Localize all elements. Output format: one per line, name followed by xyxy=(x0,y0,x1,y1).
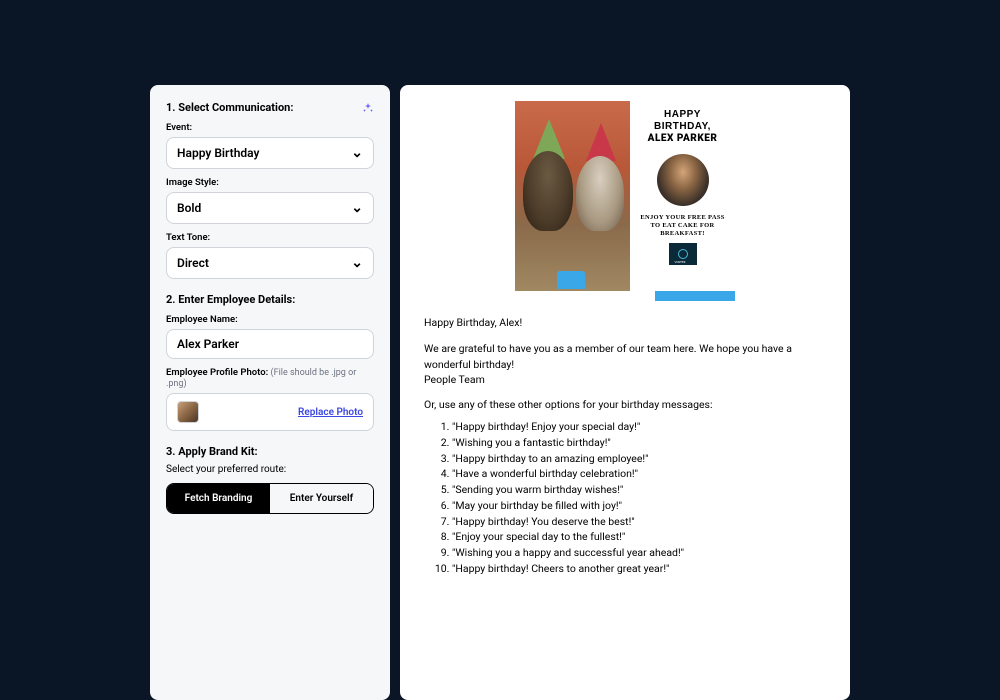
card-message: ENJOY YOUR FREE PASS TO EAT CAKE FOR BRE… xyxy=(636,214,729,237)
event-value: Happy Birthday xyxy=(177,146,259,160)
card-top: HAPPY BIRTHDAY, ALEX PARKER ENJOY YOUR F… xyxy=(515,101,735,291)
photo-input-row: Replace Photo xyxy=(166,393,374,431)
chevron-down-icon: ⌄ xyxy=(351,255,363,271)
alternative-item: "Happy birthday! Cheers to another great… xyxy=(452,561,826,577)
company-logo: VORTEX xyxy=(669,243,697,265)
employee-avatar xyxy=(657,154,709,206)
fetch-branding-button[interactable]: Fetch Branding xyxy=(167,484,270,513)
photo-label: Employee Profile Photo: (File should be … xyxy=(166,367,374,389)
greeting-text: Happy Birthday, Alex! xyxy=(424,315,826,331)
step1-title: 1. Select Communication: xyxy=(166,101,293,114)
alternative-item: "Wishing you a fantastic birthday!" xyxy=(452,435,826,451)
chevron-down-icon: ⌄ xyxy=(351,145,363,161)
employee-name-input[interactable]: Alex Parker xyxy=(166,329,374,359)
body-line1: We are grateful to have you as a member … xyxy=(424,342,792,371)
dog-image xyxy=(576,156,624,231)
card-text-side: HAPPY BIRTHDAY, ALEX PARKER ENJOY YOUR F… xyxy=(630,101,735,291)
alternative-item: "Wishing you a happy and successful year… xyxy=(452,545,826,561)
image-style-label: Image Style: xyxy=(166,177,374,188)
route-label: Select your preferred route: xyxy=(166,464,374,475)
alternative-item: "Happy birthday! Enjoy your special day!… xyxy=(452,419,826,435)
alternative-item: "Enjoy your special day to the fullest!" xyxy=(452,529,826,545)
chevron-down-icon: ⌄ xyxy=(351,200,363,216)
step1-header: 1. Select Communication: xyxy=(166,101,374,114)
sparkle-icon xyxy=(362,102,374,114)
body-text: We are grateful to have you as a member … xyxy=(424,341,826,388)
alternative-item: "Happy birthday! You deserve the best!" xyxy=(452,514,826,530)
image-style-value: Bold xyxy=(177,201,201,215)
text-tone-select[interactable]: Direct ⌄ xyxy=(166,247,374,279)
photo-label-text: Employee Profile Photo: xyxy=(166,367,268,378)
alternative-item: "Happy birthday to an amazing employee!" xyxy=(452,451,826,467)
alternatives-list: "Happy birthday! Enjoy your special day!… xyxy=(424,419,826,577)
profile-photo-thumbnail xyxy=(177,401,199,423)
preview-panel: HAPPY BIRTHDAY, ALEX PARKER ENJOY YOUR F… xyxy=(400,85,850,700)
enter-yourself-button[interactable]: Enter Yourself xyxy=(270,484,373,513)
vortex-logo-icon: VORTEX xyxy=(678,249,688,259)
text-tone-value: Direct xyxy=(177,256,209,270)
card-accent-bar xyxy=(655,291,735,301)
alternative-item: "Sending you warm birthday wishes!" xyxy=(452,482,826,498)
replace-photo-link[interactable]: Replace Photo xyxy=(298,407,363,418)
brand-kit-toggle: Fetch Branding Enter Yourself xyxy=(166,483,374,514)
card-image xyxy=(515,101,630,291)
step3-title: 3. Apply Brand Kit: xyxy=(166,445,374,458)
form-panel: 1. Select Communication: Event: Happy Bi… xyxy=(150,85,390,700)
event-label: Event: xyxy=(166,122,374,133)
card-title-line1: HAPPY BIRTHDAY, xyxy=(636,109,729,133)
employee-name-label: Employee Name: xyxy=(166,314,374,325)
alternative-item: "Have a wonderful birthday celebration!" xyxy=(452,466,826,482)
alternative-item: "May your birthday be filled with joy!" xyxy=(452,498,826,514)
step2-title: 2. Enter Employee Details: xyxy=(166,293,374,306)
event-select[interactable]: Happy Birthday ⌄ xyxy=(166,137,374,169)
body-line2: People Team xyxy=(424,373,485,386)
card-title-line2: ALEX PARKER xyxy=(648,133,718,144)
alternatives-intro: Or, use any of these other options for y… xyxy=(424,398,826,411)
employee-name-value: Alex Parker xyxy=(177,337,239,351)
birthday-card: HAPPY BIRTHDAY, ALEX PARKER ENJOY YOUR F… xyxy=(515,101,735,301)
image-style-select[interactable]: Bold ⌄ xyxy=(166,192,374,224)
cake-icon xyxy=(557,271,585,289)
text-tone-label: Text Tone: xyxy=(166,232,374,243)
dog-image xyxy=(523,151,573,231)
app-container: 1. Select Communication: Event: Happy Bi… xyxy=(0,0,1000,700)
